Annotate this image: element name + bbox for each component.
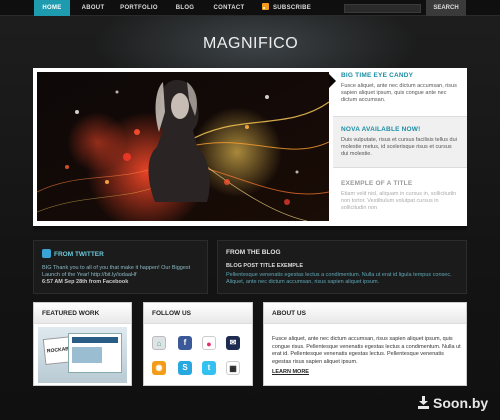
about-us-title: ABOUT US [264, 303, 466, 324]
hero-image[interactable] [37, 72, 329, 221]
slide-title: NOVA AVAILABLE NOW! [341, 126, 421, 133]
twitter-box: FROM TWITTER BIG Thank you to all of you… [33, 240, 208, 294]
facebook-icon[interactable]: f [178, 336, 192, 350]
about-text: Fusce aliquet, ante nec dictum accumsan,… [272, 336, 461, 365]
download-icon [418, 396, 429, 409]
hero-slider: BIG TIME EYE CANDY Fusce aliquet, ante n… [33, 68, 467, 226]
twitter-title: FROM TWITTER [54, 251, 104, 258]
flickr-icon[interactable]: ● [202, 336, 216, 350]
blog-excerpt: Pellentesque venenatis egestas lectus a … [226, 272, 452, 285]
blog-box: FROM THE BLOG BLOG POST TITLE EXEMPLE Pe… [217, 240, 467, 294]
blog-title: FROM THE BLOG [226, 249, 281, 256]
featured-work-title: FEATURED WORK [34, 303, 131, 324]
delicious-icon[interactable]: ⌂ [152, 336, 166, 350]
site-logo[interactable]: MAGNIFICO [203, 35, 298, 53]
hero-shadow [33, 226, 467, 232]
slider-item-1[interactable]: BIG TIME EYE CANDY Fusce aliquet, ante n… [333, 72, 467, 104]
follow-us-title: FOLLOW US [144, 303, 252, 324]
twitter-title-row: FROM TWITTER [42, 249, 199, 258]
rss-feed-icon[interactable]: ◉ [152, 361, 166, 375]
watermark-text: Soon.by [433, 395, 489, 411]
work-card [68, 333, 122, 373]
featured-work-thumbnail[interactable]: ROCKABLE [38, 327, 127, 383]
blog-post-title[interactable]: BLOG POST TITLE EXEMPLE [226, 263, 458, 269]
digg-icon[interactable]: ▦ [226, 361, 240, 375]
rss-icon [262, 3, 269, 10]
nav-home[interactable]: HOME [34, 0, 70, 16]
top-navigation: HOME ABOUT PORTFOLIO BLOG CONTACT SUBSCR… [0, 0, 500, 16]
tweet-text[interactable]: BIG Thank you to all of you that make it… [42, 265, 199, 279]
hero-artwork [37, 72, 329, 221]
twitter-icon [42, 249, 51, 258]
tweet-meta-text: 6:57 AM Sep 28th from Facebook [42, 279, 129, 285]
search-button[interactable]: SEARCH [426, 0, 466, 16]
slide-text: Duis vulputate, risus et cursus facilisi… [341, 137, 457, 157]
nav-subscribe-label: SUBSCRIBE [273, 5, 312, 11]
logo-sparkle-icon: ✦ [292, 37, 298, 43]
nav-contact[interactable]: CONTACT [208, 0, 250, 16]
skype-icon[interactable]: S [178, 361, 192, 375]
slide-text: Fusce aliquet, ante nec dictum accumsan,… [341, 83, 457, 103]
myspace-icon[interactable]: ✉ [226, 336, 240, 350]
nav-about[interactable]: ABOUT [78, 0, 108, 16]
learn-more-link[interactable]: LEARN MORE [272, 369, 309, 375]
search-input[interactable] [344, 4, 421, 13]
twitter-follow-icon[interactable]: t [202, 361, 216, 375]
tweet-meta: 6:57 AM Sep 28th from Facebook [42, 279, 199, 286]
slide-title: BIG TIME EYE CANDY [341, 72, 414, 79]
nav-blog[interactable]: BLOG [170, 0, 200, 16]
about-us-box: ABOUT US Fusce aliquet, ante nec dictum … [263, 302, 467, 386]
slide-title: EXEMPLE OF A TITLE [341, 180, 413, 187]
follow-us-box: FOLLOW US ⌂ f ● ✉ ◉ S t ▦ [143, 302, 253, 386]
slider-item-3[interactable]: EXEMPLE OF A TITLE Etiam velit nisl, ali… [333, 180, 467, 212]
nav-subscribe[interactable]: SUBSCRIBE [262, 0, 312, 16]
featured-work-box: FEATURED WORK ROCKABLE [33, 302, 132, 386]
slide-text: Etiam velit nisl, aliquam in cursus in, … [341, 191, 457, 211]
slider-item-2[interactable]: NOVA AVAILABLE NOW! Duis vulputate, risu… [333, 116, 467, 168]
nav-portfolio[interactable]: PORTFOLIO [118, 0, 160, 16]
